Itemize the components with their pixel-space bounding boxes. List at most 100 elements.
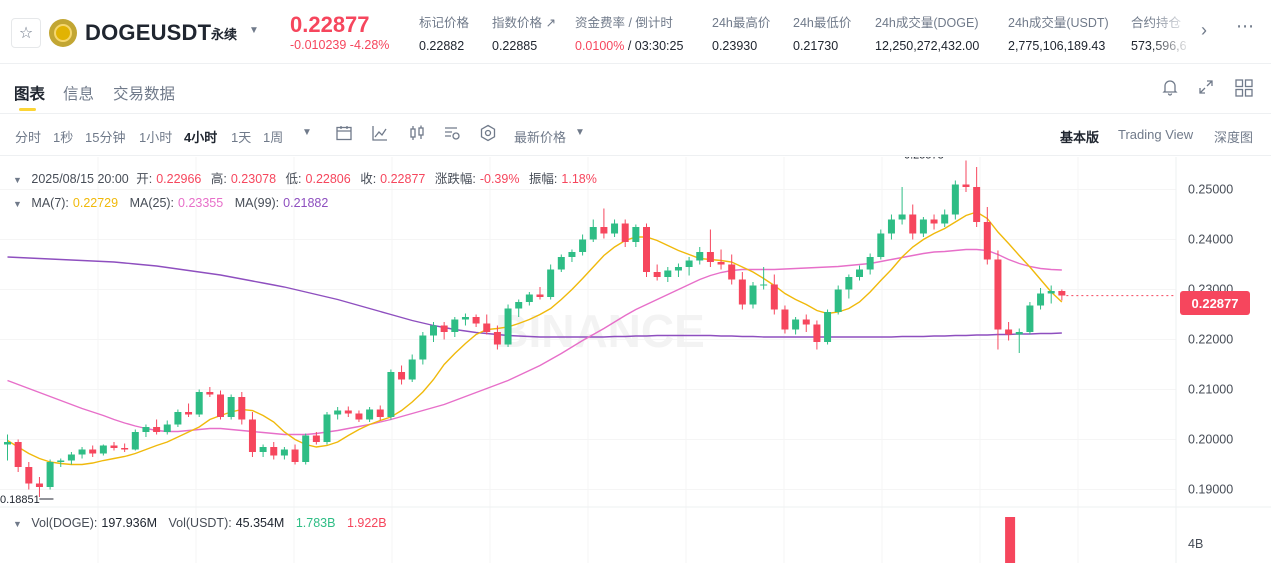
candle-up <box>4 442 11 445</box>
candle-down <box>493 332 501 345</box>
candle-down <box>89 449 97 454</box>
candle-down <box>121 448 129 450</box>
interval-dropdown-icon[interactable]: ▼ <box>302 127 312 138</box>
chart-area[interactable]: BINANCE 0.25000 0.24000 0.23000 0.22000 0.210… <box>0 157 1271 563</box>
candle-down <box>440 325 448 332</box>
symbol-title[interactable]: DOGEUSDT <box>85 20 211 46</box>
candle-up <box>632 227 640 242</box>
candle-up <box>366 409 374 420</box>
star-icon[interactable]: ☆ <box>11 18 41 48</box>
bell-icon[interactable] <box>1161 78 1179 101</box>
caret-down-icon[interactable]: ▼ <box>249 25 259 36</box>
candle-down <box>909 214 917 234</box>
candle-up <box>866 257 874 270</box>
volume-legend: ▼ Vol(DOGE): 197.936M Vol(USDT): 45.354M 1… <box>13 516 387 530</box>
chart-toolbar: 分时 1秒 15分钟 1小时 4小时 1天 1周 ▼ 最新价格 ▼ 基本版 Tr… <box>0 114 1271 156</box>
interval-1s[interactable]: 1秒 <box>53 127 73 146</box>
stat-24h-low: 24h最低价 0.21730 <box>793 16 852 53</box>
candle-up <box>195 392 203 415</box>
last-price-tag: 0.22877 <box>1180 291 1250 315</box>
stat-funding-rate: 资金费率 / 倒计时 0.0100% / 03:30:25 <box>575 16 684 53</box>
candle-up <box>259 447 267 452</box>
interval-1w[interactable]: 1周 <box>263 127 283 146</box>
candle-down <box>770 284 778 310</box>
stat-mark-price: 标记价格 0.22882 <box>419 16 470 53</box>
candle-up <box>46 462 54 487</box>
view-trading-view[interactable]: Trading View <box>1118 127 1193 142</box>
candle-down <box>621 223 629 242</box>
candle-up <box>504 308 512 345</box>
candle-down <box>1005 329 1013 335</box>
candle-up <box>430 325 437 336</box>
candle-down <box>35 483 43 487</box>
candle-down <box>813 324 821 342</box>
y-axis-tick-label: 0.21000 <box>1188 383 1233 397</box>
candle-down <box>930 219 938 224</box>
active-tab-indicator <box>19 108 36 111</box>
layout-icon[interactable] <box>1234 78 1254 103</box>
y-axis-tick-label: 0.19000 <box>1188 483 1233 497</box>
candle-up <box>163 424 171 432</box>
candle-down <box>376 409 384 417</box>
candle-down <box>706 252 714 262</box>
interval-1d[interactable]: 1天 <box>231 127 251 146</box>
view-basic[interactable]: 基本版 <box>1060 127 1099 146</box>
price-type-select[interactable]: 最新价格 <box>514 127 566 146</box>
panel-tabs: 图表 信息 交易数据 <box>0 64 1271 114</box>
interval-15m[interactable]: 15分钟 <box>85 127 125 146</box>
candle-up <box>67 454 75 461</box>
candle-down <box>344 410 352 414</box>
candle-up <box>664 270 672 277</box>
price-change-abs: -0.010239 <box>290 38 347 52</box>
calendar-icon[interactable] <box>335 124 353 146</box>
contract-type-label[interactable]: 永续 <box>211 24 237 43</box>
tab-info[interactable]: 信息 <box>63 82 94 104</box>
ohlc-legend: ▼ 2025/08/15 20:00 开: 0.22966 高: 0.23078 低… <box>13 172 597 186</box>
candle-up <box>142 427 150 432</box>
candle-down <box>472 317 480 324</box>
candle-up <box>408 359 416 380</box>
candle-down <box>738 279 746 305</box>
expand-icon[interactable] <box>1197 78 1215 101</box>
interval-time[interactable]: 分时 <box>15 127 41 146</box>
tab-chart[interactable]: 图表 <box>14 82 45 104</box>
candle-down <box>398 372 406 380</box>
candle-up <box>824 312 832 342</box>
volume-axis-tick: 4B <box>1188 537 1203 551</box>
chevron-right-icon[interactable]: › <box>1201 20 1207 41</box>
candle-up <box>941 214 949 224</box>
view-depth[interactable]: 深度图 <box>1214 127 1253 146</box>
tab-trading-data[interactable]: 交易数据 <box>113 82 175 104</box>
more-icon[interactable]: ⋯ <box>1236 16 1255 37</box>
ma-legend-collapse-icon[interactable]: ▼ <box>13 199 22 209</box>
candle-up <box>696 252 704 261</box>
legend-collapse-icon[interactable]: ▼ <box>13 175 22 185</box>
candle-up <box>877 233 885 257</box>
candle-up <box>525 294 533 302</box>
drawing-tools-icon[interactable] <box>443 124 461 146</box>
candle-up <box>557 257 565 270</box>
interval-4h[interactable]: 4小时 <box>184 127 217 146</box>
candle-up <box>1037 293 1045 306</box>
candle-type-icon[interactable] <box>408 124 426 146</box>
candle-down <box>217 394 224 417</box>
candle-down <box>802 319 810 325</box>
candle-up <box>568 252 576 257</box>
candle-up <box>589 227 597 240</box>
candle-down <box>962 184 970 187</box>
candle-up <box>419 335 427 360</box>
settings-icon[interactable] <box>479 124 497 146</box>
candlestick-chart[interactable]: BINANCE0.250000.240000.230000.220000.210… <box>0 157 1271 563</box>
price-type-caret-icon[interactable]: ▼ <box>575 127 585 138</box>
stat-index-price[interactable]: 指数价格 ↗ 0.22885 <box>492 12 556 53</box>
candle-up <box>451 319 459 332</box>
candle-down <box>185 412 193 415</box>
y-axis-tick-label: 0.22000 <box>1188 333 1233 347</box>
doge-coin-logo <box>49 19 77 47</box>
volume-legend-collapse-icon[interactable]: ▼ <box>13 519 22 529</box>
candle-up <box>1047 291 1055 294</box>
interval-1h[interactable]: 1小时 <box>139 127 172 146</box>
indicator-icon[interactable] <box>371 124 389 146</box>
ticker-header: ☆ DOGEUSDT 永续 ▼ 0.22877 -0.010239 -4.28%… <box>0 0 1271 64</box>
price-change: -0.010239 -4.28% <box>290 38 389 52</box>
